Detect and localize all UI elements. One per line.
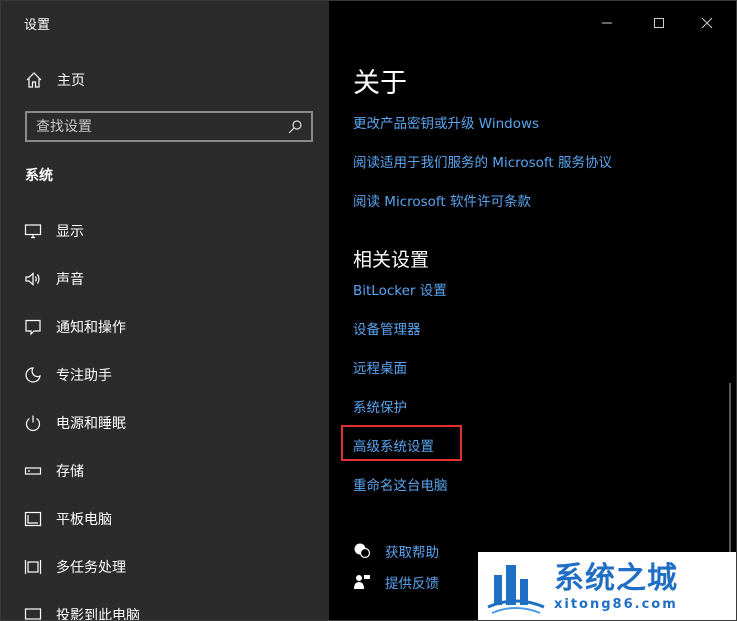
sidebar-item-display[interactable]: 显示 [1,207,329,255]
feedback-label: 提供反馈 [385,576,439,592]
sidebar-item-label: 通知和操作 [56,320,126,336]
watermark-en: xitong86.com [554,597,678,612]
feedback-icon [354,575,370,589]
link-services-agreement[interactable]: 阅读适用于我们服务的 Microsoft 服务协议 [353,151,612,171]
moon-icon [25,367,41,383]
sidebar-home-label: 主页 [57,73,85,89]
settings-window: 设置 主页 系统 显示 声 [0,0,737,621]
sidebar-item-multitasking[interactable]: 多任务处理 [1,543,329,591]
search-input[interactable] [27,113,287,140]
sidebar-item-focus-assist[interactable]: 专注助手 [1,351,329,399]
search-icon[interactable] [287,119,303,135]
link-system-protection[interactable]: 系统保护 [353,396,407,416]
sidebar-item-power-sleep[interactable]: 电源和睡眠 [1,399,329,447]
link-remote-desktop[interactable]: 远程桌面 [353,357,407,377]
chat-help-icon [354,543,371,559]
sidebar-item-label: 专注助手 [56,368,112,384]
sidebar-item-label: 显示 [56,224,84,240]
speaker-icon [25,272,40,286]
power-icon [25,415,41,432]
sidebar-item-project[interactable]: 投影到此电脑 [1,591,329,621]
related-settings-heading: 相关设置 [353,249,430,271]
home-icon [26,72,42,88]
link-device-manager[interactable]: 设备管理器 [353,318,421,338]
link-change-product-key[interactable]: 更改产品密钥或升级 Windows [353,112,539,132]
sidebar-item-sound[interactable]: 声音 [1,255,329,303]
link-license-terms[interactable]: 阅读 Microsoft 软件许可条款 [353,190,531,210]
minimize-button[interactable] [595,11,619,35]
multitask-icon [24,560,42,574]
section-label-system: 系统 [25,168,53,184]
link-advanced-system-settings[interactable]: 高级系统设置 [353,435,434,455]
sidebar-item-storage[interactable]: 存储 [1,447,329,495]
notification-icon [25,319,41,336]
get-help-label: 获取帮助 [385,545,439,561]
monitor-icon [24,224,42,239]
main-content: 关于 更改产品密钥或升级 Windows 阅读适用于我们服务的 Microsof… [329,1,736,620]
sidebar-item-label: 电源和睡眠 [56,416,126,432]
watermark-text: 系统之城 xitong86.com [554,561,678,613]
maximize-button[interactable] [647,11,671,35]
close-button[interactable] [695,11,719,35]
search-box[interactable] [25,111,313,142]
project-icon [24,608,42,620]
sidebar-item-notifications[interactable]: 通知和操作 [1,303,329,351]
sidebar-nav: 显示 声音 通知和操作 专注助手 电源和睡眠 存储 平板电脑 多任务处理 投影到… [1,207,329,621]
link-rename-pc[interactable]: 重命名这台电脑 [353,474,448,494]
get-help-link[interactable]: 获取帮助 [353,541,439,561]
sidebar-home[interactable]: 主页 [25,69,85,91]
sidebar-item-tablet[interactable]: 平板电脑 [1,495,329,543]
watermark-logo-icon [487,565,545,614]
sidebar-item-label: 存储 [56,464,84,480]
sidebar-item-label: 平板电脑 [56,512,112,528]
maximize-icon [654,18,664,28]
watermark-cn: 系统之城 [554,561,678,596]
storage-icon [24,467,42,475]
sidebar-item-label: 投影到此电脑 [56,608,140,621]
close-icon [701,17,713,29]
link-bitlocker[interactable]: BitLocker 设置 [353,279,447,299]
sidebar: 设置 主页 系统 显示 声 [1,1,329,621]
sidebar-item-label: 多任务处理 [56,560,126,576]
tablet-icon [24,511,42,527]
minimize-icon [602,22,612,24]
window-title: 设置 [24,18,51,33]
watermark: 系统之城 xitong86.com [478,552,736,620]
feedback-link[interactable]: 提供反馈 [353,572,439,592]
about-heading: 关于 [353,68,407,99]
sidebar-item-label: 声音 [56,272,84,288]
